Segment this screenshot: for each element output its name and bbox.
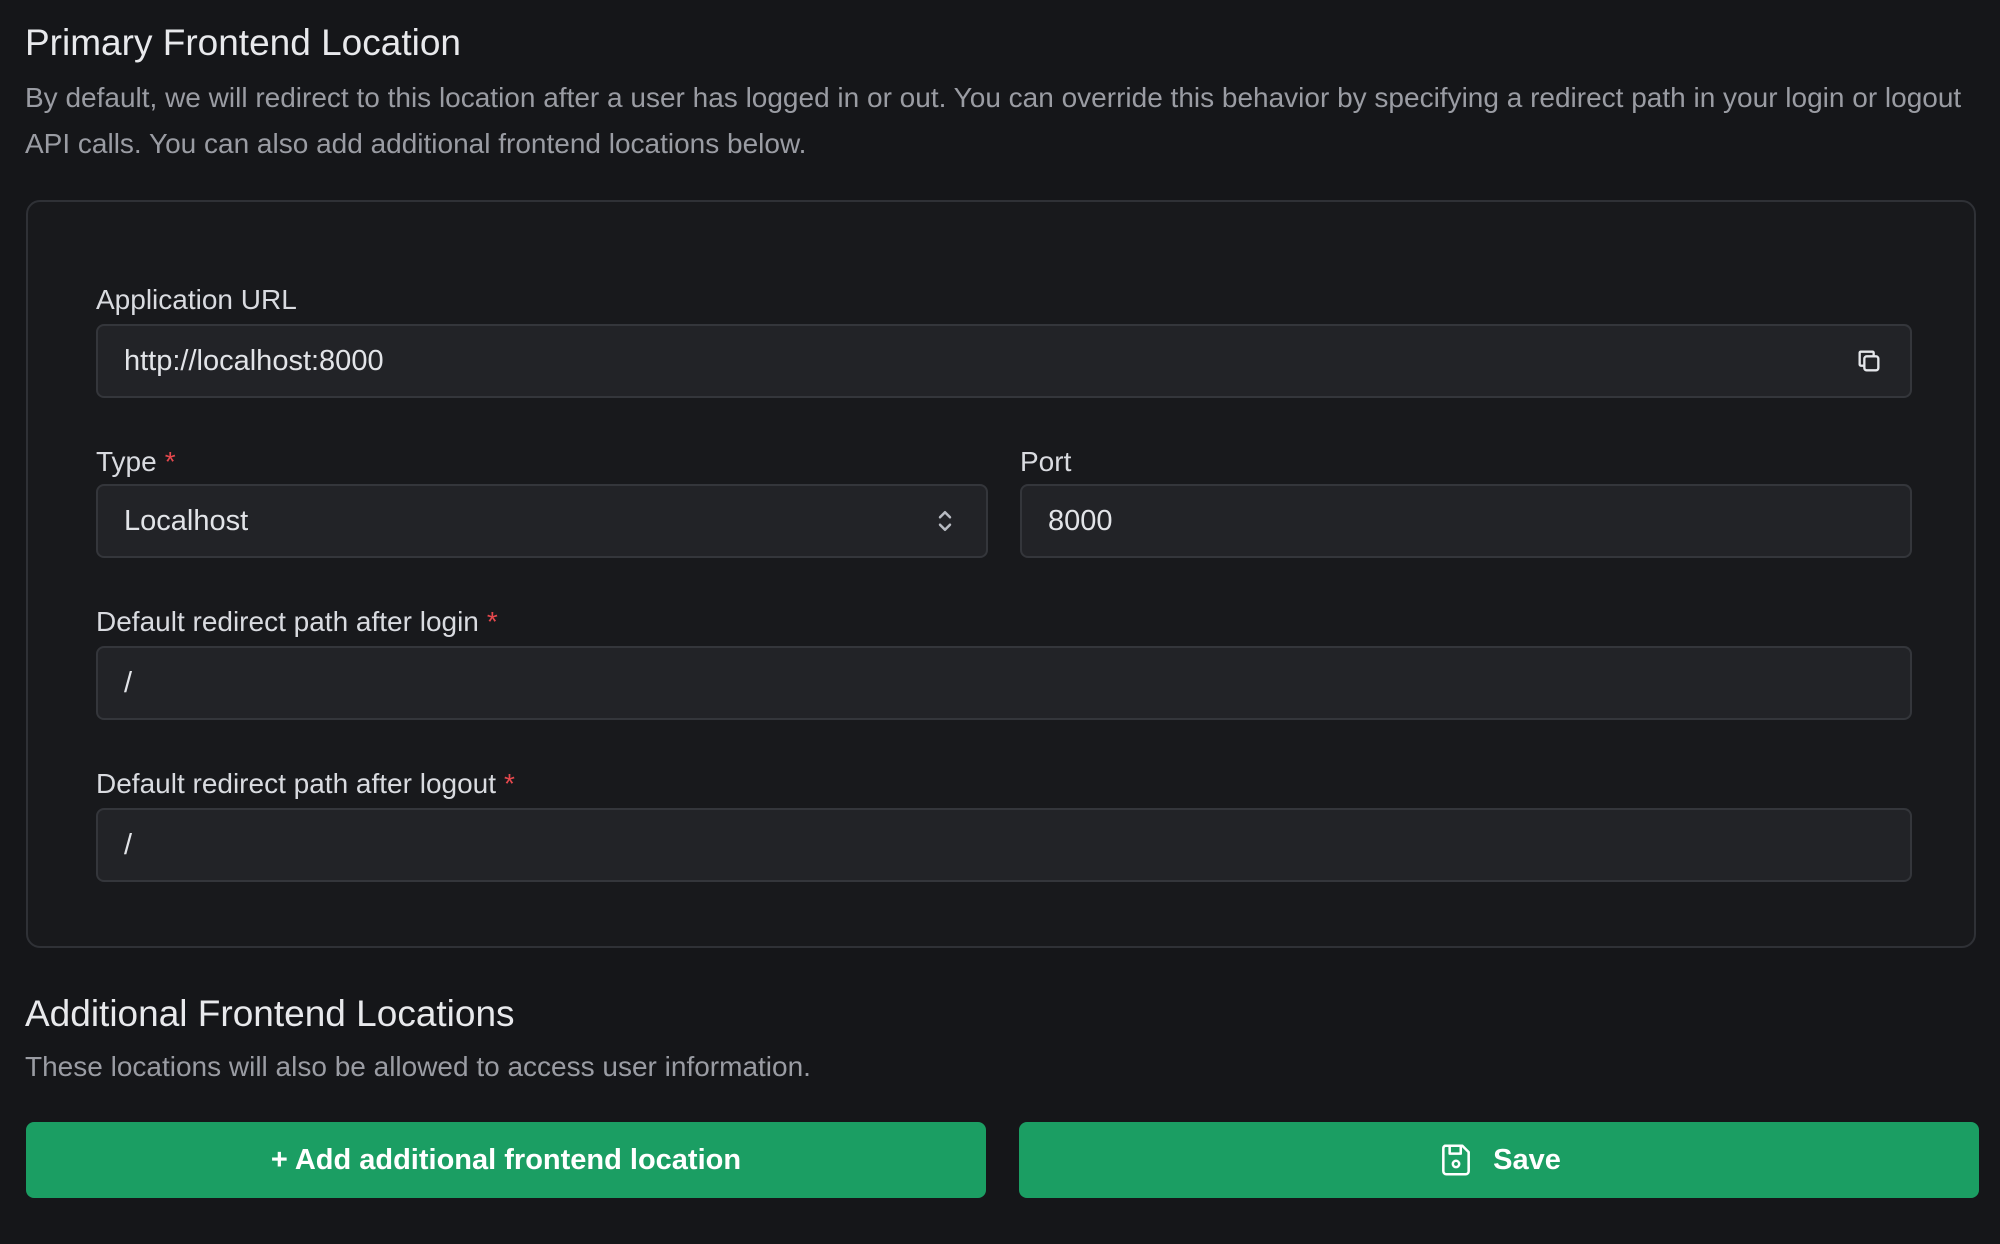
port-label: Port [1020, 448, 1071, 476]
save-button-label: Save [1493, 1143, 1561, 1176]
application-url-field[interactable]: http://localhost:8000 [96, 324, 1912, 398]
add-frontend-location-label: + Add additional frontend location [270, 1143, 742, 1176]
logout-redirect-value: / [124, 828, 133, 861]
port-label-text: Port [1020, 446, 1072, 477]
type-label-text: Type [96, 446, 157, 477]
type-select-value: Localhost [124, 504, 249, 537]
additional-section-description: These locations will also be allowed to … [25, 1051, 811, 1082]
application-url-label: Application URL [96, 286, 297, 314]
type-select[interactable]: Localhost [96, 484, 988, 558]
application-url-label-text: Application URL [96, 284, 297, 315]
chevron-up-down-icon [930, 506, 960, 536]
login-redirect-label: Default redirect path after login * [96, 608, 498, 636]
save-icon [1437, 1141, 1475, 1179]
save-button[interactable]: Save [1019, 1122, 1979, 1198]
type-label: Type * [96, 448, 176, 476]
logout-redirect-required-marker: * [504, 768, 515, 799]
application-url-value: http://localhost:8000 [124, 344, 384, 377]
copy-icon[interactable] [1854, 346, 1884, 376]
login-redirect-input[interactable]: / [96, 646, 1912, 720]
primary-section-description: By default, we will redirect to this loc… [25, 82, 1962, 159]
logout-redirect-label: Default redirect path after logout * [96, 770, 515, 798]
logout-redirect-label-text: Default redirect path after logout [96, 768, 497, 799]
add-frontend-location-button[interactable]: + Add additional frontend location [26, 1122, 986, 1198]
primary-location-card: Application URL http://localhost:8000 Ty… [26, 200, 1976, 948]
logout-redirect-input[interactable]: / [96, 808, 1912, 882]
additional-section-title: Additional Frontend Locations [25, 993, 515, 1034]
primary-section-title: Primary Frontend Location [25, 22, 461, 63]
type-required-marker: * [164, 446, 176, 477]
port-input[interactable]: 8000 [1020, 484, 1912, 558]
login-redirect-value: / [124, 666, 133, 699]
login-redirect-required-marker: * [486, 606, 498, 637]
port-input-value: 8000 [1048, 504, 1113, 537]
login-redirect-label-text: Default redirect path after login [96, 606, 479, 637]
